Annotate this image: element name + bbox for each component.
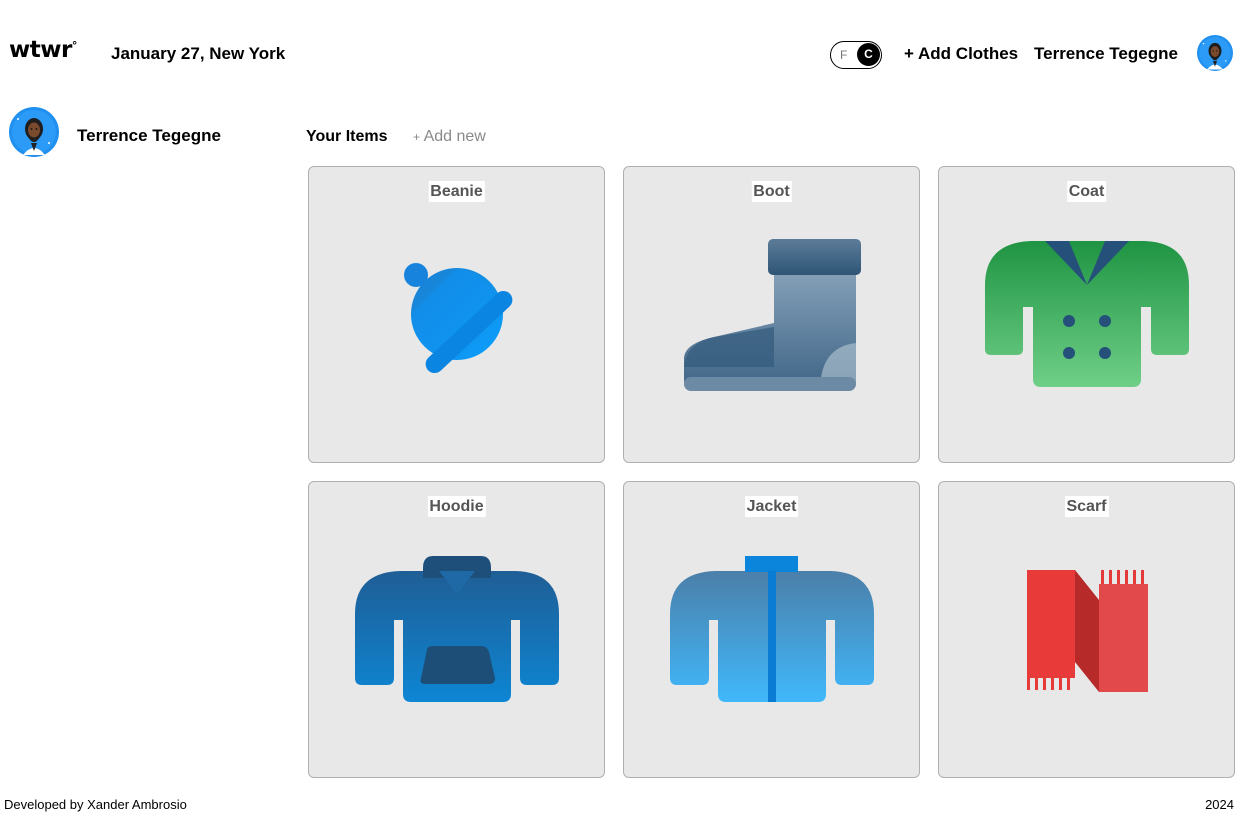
toggle-celsius-knob: C xyxy=(857,43,880,66)
item-name: Beanie xyxy=(428,181,485,202)
beanie-icon xyxy=(404,263,513,374)
header-avatar[interactable] xyxy=(1197,35,1233,71)
scarf-icon xyxy=(1027,570,1148,692)
temperature-unit-toggle[interactable]: F C xyxy=(830,41,882,69)
item-card-beanie[interactable]: Beanie xyxy=(308,166,605,463)
site-header: wtwr° January 27, New York F C + Add Clo… xyxy=(0,0,1259,100)
item-card-scarf[interactable]: Scarf xyxy=(938,481,1235,778)
your-items-title: Your Items xyxy=(306,128,388,145)
item-card-coat[interactable]: Coat xyxy=(938,166,1235,463)
logo-text: wtwr xyxy=(9,37,72,63)
item-name: Jacket xyxy=(744,496,799,517)
add-new-label: Add new xyxy=(420,128,486,145)
item-card-jacket[interactable]: Jacket xyxy=(623,481,920,778)
sidebar-user-name: Terrence Tegegne xyxy=(77,126,221,145)
hoodie-icon xyxy=(355,556,559,702)
item-name: Scarf xyxy=(1064,496,1109,517)
item-name: Boot xyxy=(751,181,792,202)
coat-icon xyxy=(985,241,1189,387)
item-name: Coat xyxy=(1066,181,1107,202)
footer-credit: Developed by Xander Ambrosio xyxy=(4,797,187,812)
add-clothes-button[interactable]: + Add Clothes xyxy=(904,44,1018,64)
item-name: Hoodie xyxy=(427,496,486,517)
add-new-button[interactable]: + Add new xyxy=(413,127,486,147)
logo-mark: ° xyxy=(71,39,78,52)
logo[interactable]: wtwr° xyxy=(9,38,77,62)
item-card-boot[interactable]: Boot xyxy=(623,166,920,463)
plus-icon: + xyxy=(413,130,421,144)
sidebar-avatar xyxy=(9,107,59,157)
date-location: January 27, New York xyxy=(111,44,286,63)
header-user-name[interactable]: Terrence Tegegne xyxy=(1034,44,1178,64)
boot-icon xyxy=(684,239,861,391)
footer-year: 2024 xyxy=(1205,797,1234,812)
jacket-icon xyxy=(670,556,874,702)
item-card-hoodie[interactable]: Hoodie xyxy=(308,481,605,778)
toggle-fahrenheit-label: F xyxy=(840,48,848,62)
